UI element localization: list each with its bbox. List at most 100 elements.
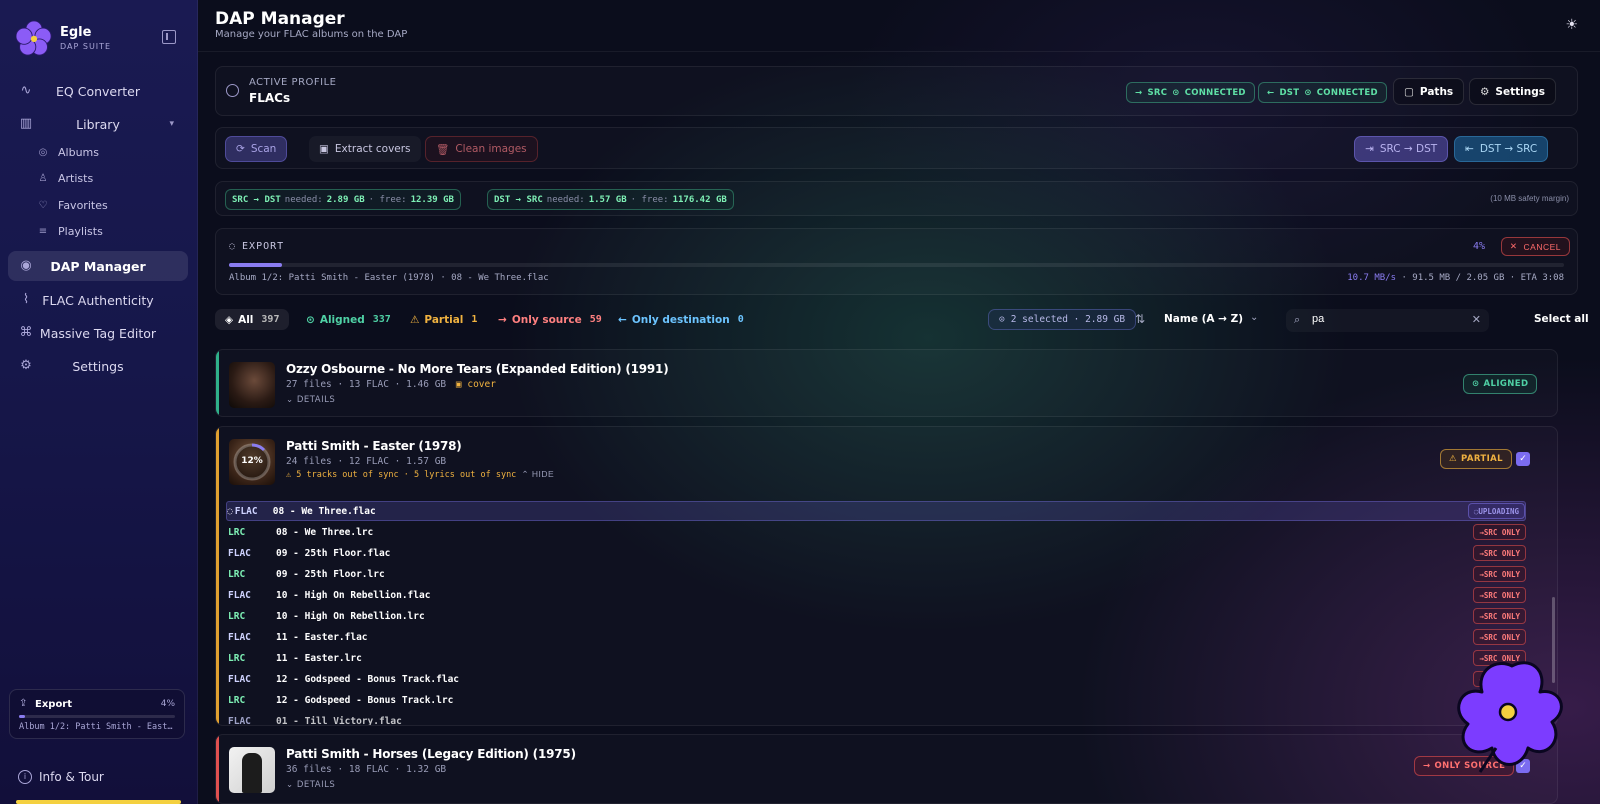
- file-row[interactable]: LRC 08 - We Three.lrc → SRC ONLY: [226, 522, 1526, 542]
- status-label: PARTIAL: [1461, 454, 1503, 464]
- src-label: SRC: [1147, 87, 1168, 98]
- details-toggle[interactable]: ⌄ DETAILS: [286, 395, 335, 405]
- sidebar-item-label: Playlists: [58, 225, 103, 238]
- scan-label: Scan: [250, 143, 277, 155]
- album-card[interactable]: Ozzy Osbourne - No More Tears (Expanded …: [215, 349, 1558, 417]
- file-row[interactable]: LRC12 - Godspeed - Bonus Track.lrc→ SRC …: [226, 690, 1526, 710]
- hide-toggle[interactable]: ⌃ HIDE: [521, 469, 554, 479]
- dst-to-src-button[interactable]: ⇤ DST → SRC: [1454, 136, 1549, 162]
- dst-src-label: DST → SRC: [1479, 143, 1538, 155]
- sidebar-item-label: Albums: [58, 146, 99, 159]
- album-card[interactable]: 12% Patti Smith - Easter (1978) 24 files…: [215, 426, 1558, 726]
- filter-count: 337: [372, 314, 391, 325]
- file-row[interactable]: LRC 11 - Easter.lrc → SRC ONLY: [226, 648, 1526, 668]
- src-conn-label: CONNECTED: [1184, 87, 1246, 98]
- src-to-dst-button[interactable]: ⇥ SRC → DST: [1354, 136, 1449, 162]
- album-title: Patti Smith - Horses (Legacy Edition) (1…: [286, 747, 576, 761]
- sidebar-subitem-artists[interactable]: ♙ Artists: [36, 172, 94, 185]
- sidebar-subitem-favorites[interactable]: ♡ Favorites: [36, 199, 108, 212]
- clean-images-button[interactable]: 🗑 Clean images: [425, 136, 538, 162]
- sidebar-item-label: EQ Converter: [56, 83, 140, 99]
- details-label: DETAILS: [296, 395, 336, 405]
- clear-icon[interactable]: ✕: [1472, 313, 1481, 326]
- dst-label: DST: [1279, 87, 1300, 98]
- filter-partial[interactable]: ⚠ Partial 1: [400, 309, 487, 330]
- sidebar-export-card[interactable]: ⇪ Export 4% Album 1/2: Patti Smith - Eas…: [9, 689, 185, 739]
- dst-status-badge: ← DST ⊙ CONNECTED: [1258, 82, 1387, 103]
- file-status-badge: → SRC ONLY: [1473, 629, 1526, 645]
- export-label-text: EXPORT: [242, 241, 285, 252]
- filter-label: All: [238, 313, 254, 326]
- cover-tag-label: cover: [467, 379, 496, 390]
- file-row[interactable]: FLAC 09 - 25th Floor.flac → SRC ONLY: [226, 543, 1526, 563]
- brand[interactable]: Egle DAP SUITE: [16, 20, 111, 56]
- arrow-right-icon: →: [498, 313, 507, 326]
- file-name: 08 - We Three.flac: [272, 505, 376, 517]
- filter-all[interactable]: ◈ All 397: [215, 309, 290, 330]
- file-name: 12 - Godspeed - Bonus Track.flac: [276, 673, 460, 685]
- file-row[interactable]: LRC 10 - High On Rebellion.lrc → SRC ONLY: [226, 606, 1526, 626]
- info-tour-link[interactable]: i Info & Tour: [18, 770, 104, 784]
- sidebar-subitem-albums[interactable]: ◎ Albums: [36, 146, 99, 159]
- user-icon: ♙: [38, 173, 48, 184]
- upload-icon: ⇪: [19, 698, 28, 709]
- album-checkbox[interactable]: ✓: [1516, 452, 1530, 466]
- profile-value[interactable]: FLACs: [249, 91, 290, 105]
- filter-aligned[interactable]: ⊙ Aligned 337: [296, 309, 401, 330]
- main-content: DAP Manager Manage your FLAC albums on t…: [198, 0, 1600, 804]
- chevron-down-icon[interactable]: ⌄: [1250, 312, 1258, 323]
- album-card[interactable]: Patti Smith - Horses (Legacy Edition) (1…: [215, 734, 1558, 804]
- flower-mascot-icon[interactable]: [1452, 656, 1572, 776]
- folder-icon: ▢: [1404, 85, 1414, 98]
- album-meta-text: 27 files · 13 FLAC · 1.46 GB: [286, 379, 447, 390]
- settings-label: Settings: [1495, 85, 1545, 98]
- paths-button[interactable]: ▢ Paths: [1393, 78, 1465, 105]
- status-badge: ⚠ PARTIAL: [1440, 449, 1512, 469]
- scan-button[interactable]: ⟳ Scan: [225, 136, 288, 162]
- sidebar-collapse-icon[interactable]: [162, 30, 176, 44]
- sort-icon[interactable]: ⇅: [1135, 312, 1145, 326]
- export-stats-text: · 91.5 MB / 2.05 GB · ETA 3:08: [1401, 273, 1564, 283]
- file-type: LRC: [228, 568, 246, 580]
- sort-select[interactable]: Name (A → Z): [1164, 313, 1243, 325]
- cancel-button[interactable]: ✕ CANCEL: [1500, 237, 1570, 256]
- sidebar-item-flac-authenticity[interactable]: ⌇ FLAC Authenticity: [8, 285, 188, 315]
- sidebar-item-eq-converter[interactable]: ∿ EQ Converter: [8, 76, 188, 106]
- cover-tag: ▣ cover: [456, 379, 496, 390]
- settings-button[interactable]: ⚙ Settings: [1469, 78, 1556, 105]
- file-row[interactable]: FLAC 01 - Till Victory.flac: [226, 711, 1526, 726]
- space-panel: SRC → DST needed: 2.89 GB · free: 12.39 …: [215, 181, 1578, 216]
- header-divider: [198, 51, 1600, 52]
- file-row[interactable]: ◌ FLAC 08 - We Three.flac ◌ UPLOADING: [226, 501, 1526, 521]
- file-name: 08 - We Three.lrc: [276, 526, 374, 538]
- cancel-label: CANCEL: [1523, 241, 1561, 252]
- file-row[interactable]: LRC 09 - 25th Floor.lrc → SRC ONLY: [226, 564, 1526, 584]
- sidebar-item-settings[interactable]: ⚙ Settings: [8, 351, 188, 381]
- sidebar-item-dap-manager[interactable]: ◉ DAP Manager: [8, 251, 188, 281]
- select-all-button[interactable]: Select all: [1534, 313, 1589, 325]
- sync-text: 5 tracks out of sync · 5 lyrics out of s…: [296, 470, 517, 480]
- album-cover: [229, 747, 275, 793]
- search-input[interactable]: [1312, 313, 1462, 325]
- selection-summary: ⊙ 2 selected · 2.89 GB: [988, 309, 1137, 330]
- filter-only-destination[interactable]: ← Only destination 0: [608, 309, 754, 330]
- sidebar-item-library[interactable]: ▥ Library ▾: [8, 109, 188, 139]
- export-progress-bar: [229, 263, 1564, 267]
- file-row[interactable]: FLAC12 - Godspeed - Bonus Track.flac→ SR…: [226, 669, 1526, 689]
- file-name: 10 - High On Rebellion.lrc: [276, 610, 425, 622]
- details-toggle[interactable]: ⌄ DETAILS: [286, 780, 335, 790]
- import-icon: ⇤: [1465, 143, 1474, 155]
- export-card-title: Export: [35, 699, 73, 710]
- extract-covers-button[interactable]: ▣ Extract covers: [309, 136, 421, 162]
- file-row[interactable]: FLAC 10 - High On Rebellion.flac → SRC ONL…: [226, 585, 1526, 605]
- filter-only-source[interactable]: → Only source 59: [488, 309, 612, 330]
- file-name: 01 - Till Victory.flac: [276, 715, 402, 726]
- gear-icon: ⚙: [1480, 85, 1490, 98]
- export-percent: 4%: [1472, 241, 1485, 252]
- sidebar-subitem-playlists[interactable]: ≡ Playlists: [36, 225, 103, 238]
- sun-icon[interactable]: ☀: [1565, 17, 1578, 33]
- check-circle-icon: ⊙: [1472, 379, 1480, 389]
- file-status-badge: → SRC ONLY: [1473, 545, 1526, 561]
- sidebar-item-tag-editor[interactable]: ⌘ Massive Tag Editor: [8, 318, 188, 348]
- file-row[interactable]: FLAC 11 - Easter.flac → SRC ONLY: [226, 627, 1526, 647]
